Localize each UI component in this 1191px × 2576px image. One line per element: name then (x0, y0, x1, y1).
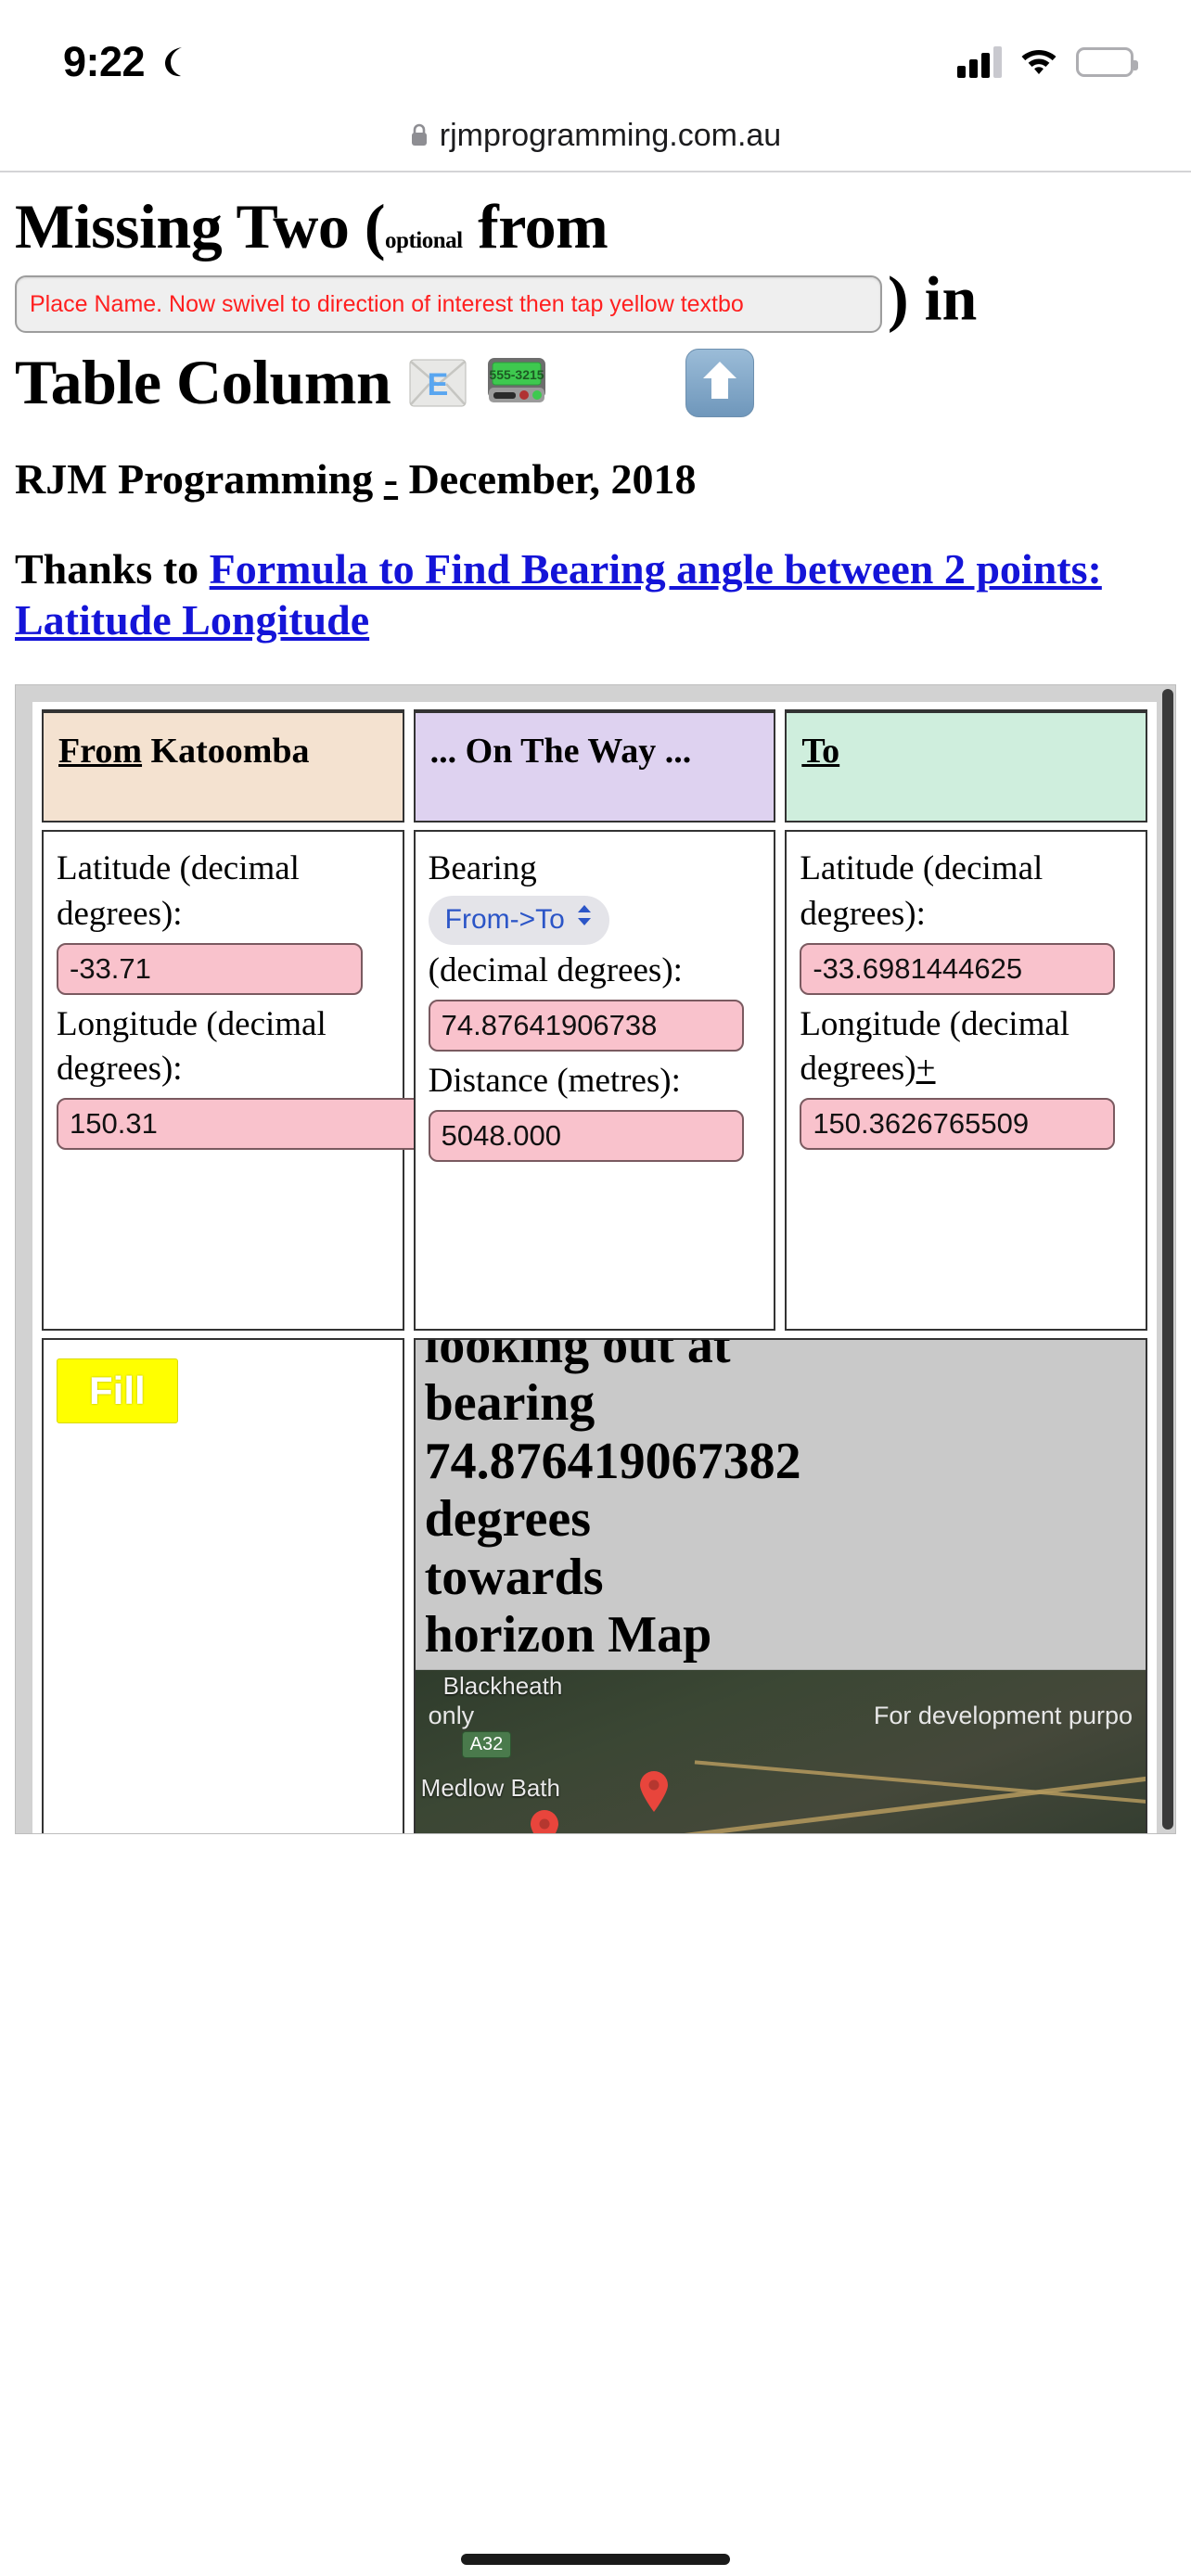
table-header-onthe-way: ... On The Way ... (413, 708, 776, 823)
panel-vertical-scrollbar[interactable] (1162, 688, 1173, 1830)
wifi-icon (1018, 45, 1059, 80)
horizon-text-line5: horizon Map (424, 1606, 712, 1664)
byline-date: December, 2018 (398, 455, 697, 504)
title-row-table-column: Table Column E 555-3215 (15, 346, 1176, 419)
crescent-moon-icon (158, 45, 189, 79)
horizon-description-text: looking out at bearing 74.876419067382 d… (415, 1339, 1146, 1670)
map-label-blackheath: Blackheath (442, 1671, 563, 1700)
from-latitude-input[interactable]: -33.71 (57, 942, 363, 995)
browser-url-bar[interactable]: rjmprogramming.com.au (0, 100, 1191, 172)
title-optional-note: optional (385, 228, 463, 253)
map-label-ong: ong (416, 1828, 452, 1833)
table-data-row: Latitude (decimal degrees): -33.71 Longi… (42, 829, 1147, 1331)
table-header-row: From Katoomba ... On The Way ... To (42, 708, 1147, 823)
from-latitude-label: Latitude (decimal degrees): (57, 848, 300, 933)
email-icon[interactable]: E (409, 359, 467, 407)
fill-button[interactable]: Fill (57, 1358, 178, 1423)
byline-author: RJM Programming (15, 455, 384, 504)
status-bar-right (957, 45, 1138, 80)
battery-icon (1076, 47, 1138, 77)
to-latitude-label: Latitude (decimal degrees): (800, 848, 1044, 933)
page-title-line1: Missing Two (optional from (15, 191, 1176, 261)
lock-icon (410, 123, 429, 147)
chevron-updown-icon (574, 902, 595, 937)
status-bar: 9:22 (0, 0, 1191, 100)
place-input-row: Place Name. Now swivel to direction of i… (15, 261, 1176, 337)
cell-on-the-way: Bearing From->To (decimal degrees): 74.8… (413, 829, 776, 1331)
map-watermark: only For development purpo (416, 1702, 1146, 1730)
scroll-to-top-button[interactable] (685, 348, 755, 417)
to-longitude-label: Longitude (decimal degrees)+ (800, 1002, 1133, 1093)
to-longitude-input[interactable]: 150.3626765509 (800, 1098, 1116, 1151)
to-longitude-plus[interactable]: + (916, 1050, 936, 1088)
arrow-up-icon (700, 359, 739, 406)
map-watermark-left: only (428, 1701, 475, 1729)
svg-text:E: E (428, 367, 449, 402)
horizon-text-line2: 74.876419067382 (424, 1432, 801, 1490)
horizon-text-line1: bearing (424, 1374, 596, 1433)
cell-from: Latitude (decimal degrees): -33.71 Longi… (42, 829, 520, 1331)
page-home-indicator[interactable] (0, 2554, 1191, 2565)
page-content: Missing Two (optional from Place Name. N… (0, 191, 1191, 645)
horizon-text-line4: towards (424, 1548, 604, 1606)
title-part-a: Missing Two ( (15, 191, 386, 261)
distance-label: Distance (metres): (428, 1062, 681, 1101)
map-pin-icon[interactable] (529, 1809, 560, 1833)
bearing-units-label: (decimal degrees): (428, 951, 683, 990)
table-header-from: From Katoomba (42, 708, 404, 823)
pager-number-text: 555-3215 (490, 367, 544, 382)
bearing-table: From Katoomba ... On The Way ... To Lati… (32, 702, 1157, 1833)
thanks-prefix: Thanks to (15, 545, 210, 593)
title-part-b: from (462, 191, 608, 261)
table-header-to: To (785, 708, 1147, 823)
from-longitude-label: Longitude (decimal degrees): (57, 1004, 327, 1089)
map-watermark-right: For development purpo (873, 1701, 1133, 1729)
byline: RJM Programming - December, 2018 (15, 454, 1176, 504)
map-pin-icon[interactable] (638, 1770, 670, 1813)
bearing-direction-value: From->To (444, 903, 565, 935)
thanks-paragraph: Thanks to Formula to Find Bearing angle … (15, 544, 1176, 645)
status-bar-left: 9:22 (63, 38, 189, 86)
url-text: rjmprogramming.com.au (439, 117, 782, 153)
map-label-medlow-bath: Medlow Bath (420, 1773, 560, 1802)
cell-map-preview: looking out at bearing 74.876419067382 d… (413, 1337, 1147, 1833)
map-shield-a32: A32 (461, 1730, 512, 1758)
map-road-line (694, 1760, 1146, 1806)
horizon-text-clipped: looking out at (424, 1339, 731, 1374)
cell-fill-action: Fill (42, 1337, 404, 1833)
place-name-input[interactable]: Place Name. Now swivel to direction of i… (15, 275, 882, 334)
bearing-value-input[interactable]: 74.87641906738 (428, 1000, 744, 1052)
pager-icon[interactable]: 555-3215 (485, 356, 548, 410)
cell-to: Latitude (decimal degrees): -33.69814446… (785, 829, 1147, 1331)
bearing-label: Bearing (428, 848, 537, 887)
page-title-line3: Table Column (15, 347, 391, 418)
header-from-label: From (58, 731, 143, 771)
to-latitude-input[interactable]: -33.6981444625 (800, 942, 1116, 995)
header-to-label: To (801, 731, 840, 771)
table-action-row: Fill looking out at bearing 74.876419067… (42, 1337, 1147, 1833)
horizon-text-line3: degrees (424, 1490, 592, 1549)
cellular-signal-icon (957, 46, 1002, 78)
bearing-direction-select[interactable]: From->To (428, 895, 609, 946)
scrollable-results-panel[interactable]: From Katoomba ... On The Way ... To Lati… (15, 683, 1176, 1834)
clock: 9:22 (63, 38, 146, 85)
header-from-place: Katoomba (142, 731, 310, 771)
distance-value-input[interactable]: 5048.000 (428, 1110, 744, 1163)
byline-dash: - (383, 455, 399, 504)
results-table-wrapper: From Katoomba ... On The Way ... To Lati… (32, 701, 1157, 1833)
google-map-image[interactable]: Blackheath A32 Medlow Bath ong ly Katoom… (415, 1669, 1146, 1833)
title-close-paren: ) in (888, 262, 978, 334)
